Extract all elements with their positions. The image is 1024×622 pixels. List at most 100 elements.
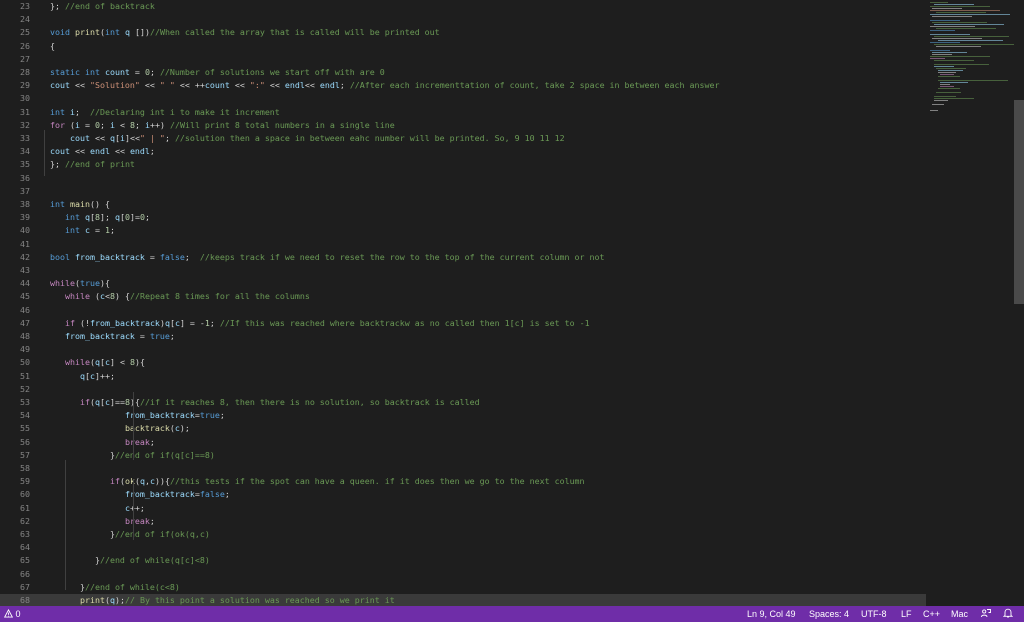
code-line[interactable]: 47 if (!from_backtrack)q[c] = -1; //If t… <box>0 317 926 330</box>
code-line[interactable]: 52 <box>0 383 926 396</box>
code-token: from_backtrack <box>74 251 145 262</box>
language-mode[interactable]: C++ <box>923 606 940 622</box>
code-line[interactable]: 48 from_backtrack = true; <box>0 330 926 343</box>
code-line[interactable]: 66 <box>0 568 926 581</box>
code-line[interactable]: 33 cout << q[i]<<" | "; //solution then … <box>0 132 926 145</box>
minimap-line <box>930 26 975 27</box>
code-line[interactable]: 29 cout << "Solution" << " " << ++count <… <box>0 79 926 92</box>
code-token: print <box>74 27 100 38</box>
code-line[interactable]: 27 <box>0 53 926 66</box>
code-line[interactable]: 54 from_backtrack=true; <box>0 409 926 422</box>
code-token: ; <box>134 119 145 130</box>
code-line[interactable]: 41 <box>0 238 926 251</box>
code-token: //Declaring int i to make it increment <box>89 106 280 117</box>
code-editor[interactable]: 23}; //end of backtrack 24 25 void print(in… <box>0 0 926 606</box>
line-number: 45 <box>20 291 30 302</box>
code-token: ]++; <box>94 370 115 381</box>
code-line[interactable]: 44 while(true){ <box>0 277 926 290</box>
code-token: void <box>50 27 75 38</box>
code-line[interactable]: 46 <box>0 304 926 317</box>
code-line[interactable]: 53 if(q[c]==8){//if it reaches 8, then t… <box>0 396 926 409</box>
code-line[interactable]: 26 { <box>0 40 926 53</box>
problems-indicator[interactable]: 0 <box>3 606 21 622</box>
minimap-line <box>940 86 954 87</box>
code-line[interactable]: 40 int c = 1; <box>0 224 926 237</box>
code-line[interactable]: 32 for (i = 0; i < 8; i++) //Will print 8… <box>0 119 926 132</box>
code-line[interactable]: 50 while(q[c] < 8){ <box>0 356 926 369</box>
code-line[interactable]: 60 from_backtrack=false; <box>0 488 926 501</box>
code-token: = <box>79 119 95 130</box>
line-number: 50 <box>20 357 30 368</box>
line-number: 32 <box>20 119 30 130</box>
code-token: < <box>114 119 130 130</box>
code-token: } <box>50 449 115 460</box>
code-text: while(q[c] < 8){ <box>50 356 145 369</box>
code-token: "Solution" <box>89 80 140 91</box>
code-line[interactable]: 59 if(ok(q,c)){//this tests if the spot … <box>0 475 926 488</box>
feedback-button[interactable] <box>981 606 991 622</box>
minimap-line <box>936 68 966 69</box>
code-token: int <box>65 212 85 223</box>
indentation[interactable]: Spaces: 4 <box>809 606 849 622</box>
code-text: int i; //Declaring int i to make it incr… <box>50 106 280 119</box>
code-text: }//end of while(q[c]<8) <box>50 554 210 567</box>
code-line[interactable]: 28 static int count = 0; //Number of solu… <box>0 66 926 79</box>
code-line[interactable]: 55 backtrack(c); <box>0 422 926 435</box>
code-line[interactable]: 45 while (c<8) {//Repeat 8 times for all… <box>0 290 926 303</box>
code-line[interactable]: 23}; //end of backtrack <box>0 0 926 13</box>
code-line[interactable]: 43 <box>0 264 926 277</box>
end-of-line[interactable]: LF <box>901 606 912 622</box>
code-line[interactable]: 31 int i; //Declaring int i to make it in… <box>0 106 926 119</box>
code-line[interactable]: 61 c++; <box>0 502 926 515</box>
indent-guide <box>133 480 134 540</box>
code-token: int <box>50 106 70 117</box>
code-line[interactable]: 38 int main() { <box>0 198 926 211</box>
code-token: bool <box>50 251 75 262</box>
minimap-line <box>930 30 955 31</box>
code-line[interactable]: 58 <box>0 462 926 475</box>
code-text: from_backtrack = true; <box>50 330 175 343</box>
code-line[interactable]: 35}; //end of print <box>0 158 926 171</box>
code-line[interactable]: 37 <box>0 185 926 198</box>
line-number: 49 <box>20 344 30 355</box>
platform[interactable]: Mac <box>951 606 968 622</box>
cursor-position[interactable]: Ln 9, Col 49 <box>747 606 796 622</box>
code-line[interactable]: 25 void print(int q [])//When called the … <box>0 26 926 39</box>
code-line[interactable]: 67 }//end of while(c<8) <box>0 581 926 594</box>
code-token: //After each incrementtation of count, t… <box>349 80 720 91</box>
code-line[interactable]: 49 <box>0 343 926 356</box>
encoding[interactable]: UTF-8 <box>861 606 887 622</box>
code-token: () { <box>89 199 110 209</box>
minimap-line <box>932 54 952 55</box>
code-token: " | " <box>139 133 165 143</box>
code-line[interactable]: 39 int q[8]; q[0]=0; <box>0 211 926 224</box>
code-token: = <box>89 225 105 236</box>
minimap[interactable] <box>926 0 1014 606</box>
code-text: if (!from_backtrack)q[c] = -1; //If this… <box>50 317 590 330</box>
code-line[interactable]: 56 break; <box>0 436 926 449</box>
code-line[interactable]: 36 <box>0 172 926 185</box>
minimap-line <box>932 16 972 17</box>
code-token: ; <box>74 106 90 117</box>
code-token: if <box>65 317 80 328</box>
code-line[interactable]: 68 print(q);// By this point a solution … <box>0 594 926 606</box>
code-line[interactable]: 34 cout << endl << endl; <box>0 145 926 158</box>
code-line[interactable]: 62 break; <box>0 515 926 528</box>
notifications-button[interactable] <box>1002 606 1014 622</box>
code-line[interactable]: 63 }//end of if(ok(q,c) <box>0 528 926 541</box>
code-line[interactable]: 51 q[c]++; <box>0 370 926 383</box>
code-line[interactable]: 64 <box>0 541 926 554</box>
code-token: << <box>89 133 110 143</box>
code-line[interactable]: 24 <box>0 13 926 26</box>
code-line[interactable]: 30 <box>0 92 926 105</box>
scrollbar-thumb[interactable] <box>1014 100 1024 304</box>
code-line[interactable]: 65 }//end of while(q[c]<8) <box>0 554 926 567</box>
minimap-line <box>938 40 1003 41</box>
indent-guide <box>65 460 66 590</box>
line-number: 65 <box>20 555 30 566</box>
code-line[interactable]: 42 bool from_backtrack = false; //keeps t… <box>0 251 926 264</box>
minimap-line <box>930 20 960 21</box>
code-line[interactable]: 57 }//end of if(q[c]==8) <box>0 449 926 462</box>
